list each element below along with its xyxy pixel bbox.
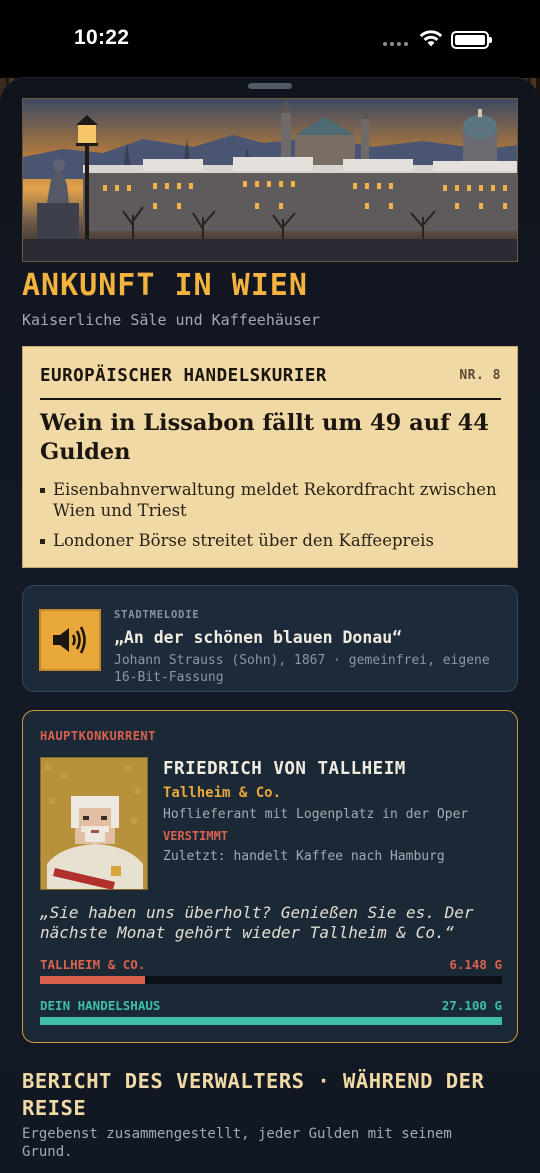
newspaper-card[interactable]: EUROPÄISCHER HANDELSKURIER NR. 8 Wein in… bbox=[22, 346, 518, 568]
battery-icon bbox=[451, 31, 492, 49]
rival-company: Tallheim & Co. bbox=[163, 785, 282, 801]
player-wealth-value: 27.100 G bbox=[441, 998, 502, 1013]
page-subtitle: Kaiserliche Säle und Kaffeehäuser bbox=[22, 311, 321, 329]
music-title: „An der schönen blauen Donau“ bbox=[114, 628, 403, 647]
music-attribution: Johann Strauss (Sohn), 1867 · gemeinfrei… bbox=[114, 653, 490, 685]
rival-quote: „Sie haben uns überholt? Genießen Sie es… bbox=[40, 903, 474, 942]
newspaper-bullet-list: Eisenbahnverwaltung meldet Rekordfracht … bbox=[40, 479, 502, 560]
rival-card[interactable]: HAUPTKONKURRENT FRIEDRICH VON TALLHEIM T… bbox=[22, 710, 518, 1043]
rival-portrait bbox=[40, 757, 148, 890]
rival-wealth-bar-fill bbox=[40, 976, 145, 984]
player-wealth-row: DEIN HANDELSHAUS 27.100 G bbox=[40, 998, 502, 1013]
rival-wealth-value: 6.148 G bbox=[449, 957, 502, 972]
rival-wealth-bar bbox=[40, 976, 502, 984]
newspaper-header: EUROPÄISCHER HANDELSKURIER NR. 8 bbox=[40, 364, 501, 400]
vienna-skyline-illustration bbox=[22, 98, 518, 262]
player-wealth-bar-fill bbox=[40, 1017, 502, 1025]
rival-wealth-row: TALLHEIM & CO. 6.148 G bbox=[40, 957, 502, 972]
rival-section-label: HAUPTKONKURRENT bbox=[40, 729, 156, 743]
newspaper-bullet: Londoner Börse streitet über den Kaffeep… bbox=[40, 530, 502, 551]
status-time: 10:22 bbox=[74, 26, 130, 49]
page-title: ANKUNFT IN WIEN bbox=[22, 268, 308, 303]
cellular-signal-icon bbox=[383, 42, 408, 46]
rival-description: Hoflieferant mit Logenplatz in der Oper bbox=[163, 807, 469, 822]
newspaper-masthead: EUROPÄISCHER HANDELSKURIER bbox=[40, 366, 327, 386]
newspaper-bullet: Eisenbahnverwaltung meldet Rekordfracht … bbox=[40, 479, 502, 521]
status-bar: 10:22 bbox=[0, 0, 540, 78]
rival-last-action: Zuletzt: handelt Kaffee nach Hamburg bbox=[163, 849, 445, 864]
city-music-card[interactable]: STADTMELODIE „An der schönen blauen Dona… bbox=[22, 585, 518, 692]
player-wealth-label: DEIN HANDELSHAUS bbox=[40, 998, 161, 1013]
rival-name: FRIEDRICH VON TALLHEIM bbox=[163, 759, 406, 779]
music-section-label: STADTMELODIE bbox=[114, 609, 200, 621]
newspaper-headline: Wein in Lissabon fällt um 49 auf 44 Guld… bbox=[40, 410, 489, 465]
rival-mood-badge: VERSTIMMT bbox=[163, 829, 229, 843]
newspaper-issue-number: NR. 8 bbox=[459, 368, 501, 383]
city-arrival-sheet[interactable]: ANKUNFT IN WIEN Kaiserliche Säle und Kaf… bbox=[0, 77, 540, 1173]
play-music-button[interactable] bbox=[39, 609, 101, 671]
rival-wealth-label: TALLHEIM & CO. bbox=[40, 957, 146, 972]
wifi-icon bbox=[419, 30, 443, 47]
report-subtitle: Ergebenst zusammengestellt, jeder Gulden… bbox=[22, 1126, 452, 1160]
speaker-icon bbox=[53, 626, 86, 654]
report-title: BERICHT DES VERWALTERS · WÄHREND DER REI… bbox=[22, 1069, 485, 1120]
player-wealth-bar bbox=[40, 1017, 502, 1025]
sheet-drag-handle[interactable] bbox=[248, 83, 292, 89]
